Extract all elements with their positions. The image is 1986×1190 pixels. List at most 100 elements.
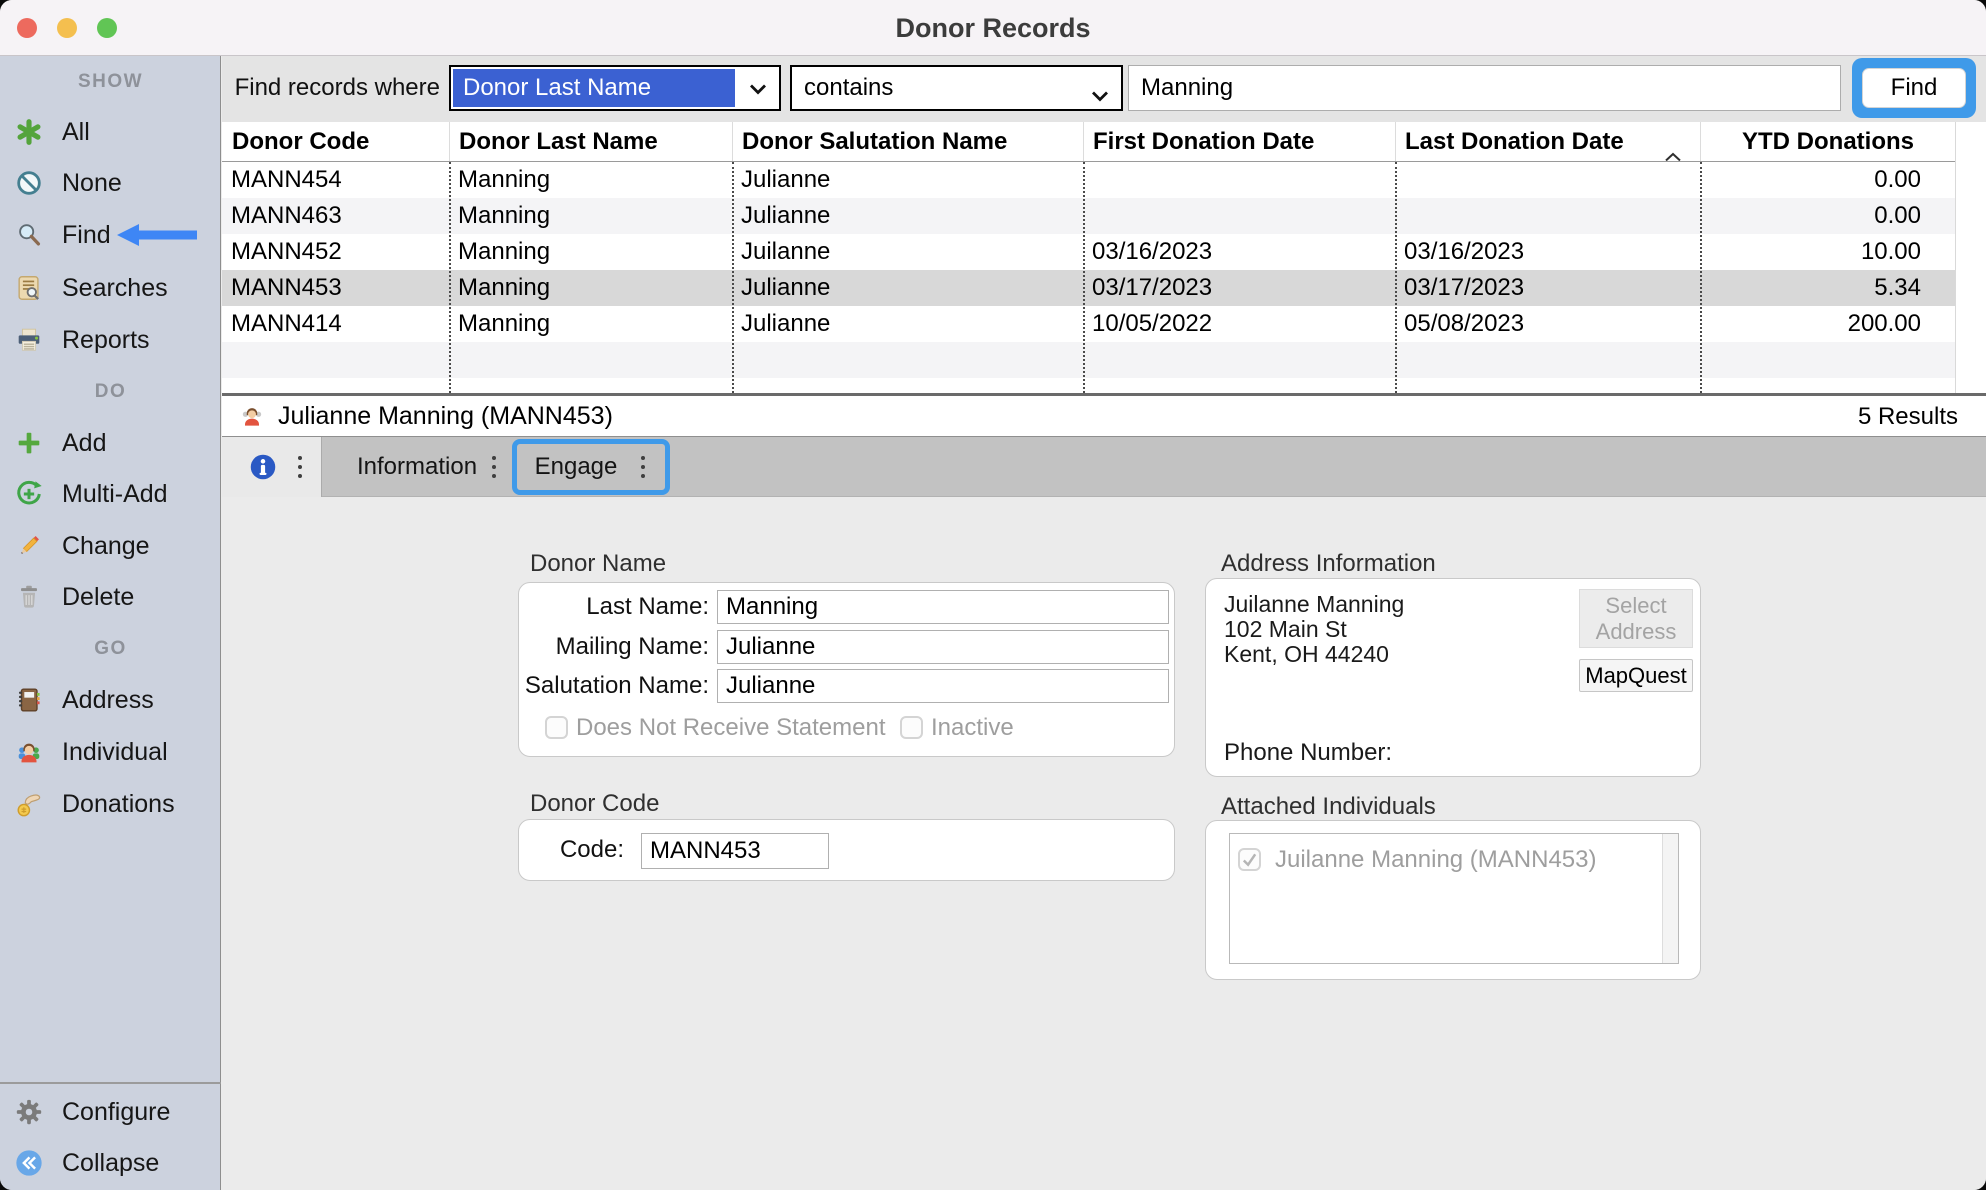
sidebar-item-searches[interactable]: Searches (0, 268, 221, 308)
column-divider (1395, 162, 1397, 393)
select-address-button[interactable]: Select Address (1579, 589, 1693, 648)
search-value-input[interactable] (1128, 65, 1841, 111)
donor-code-section-label: Donor Code (530, 790, 659, 818)
code-label: Code: (519, 833, 624, 867)
code-input[interactable] (641, 833, 829, 869)
sidebar-item-label: Configure (62, 1098, 170, 1127)
pencil-icon (13, 530, 45, 562)
address-book-icon (13, 684, 45, 716)
sidebar-item-label: Find (62, 221, 111, 250)
person-icon (238, 402, 266, 435)
information-tab-menu-dots-icon[interactable] (490, 454, 498, 485)
table-row[interactable]: MANN452 Manning Juilanne 03/16/2023 03/1… (222, 234, 1986, 270)
cell-salutation: Julianne (732, 198, 1083, 234)
scroll-search-icon (13, 272, 45, 304)
sidebar-item-collapse[interactable]: Collapse (0, 1143, 221, 1183)
sidebar-section-do: DO (0, 378, 221, 406)
column-header-first-donation-date[interactable]: First Donation Date (1083, 122, 1395, 161)
info-icon[interactable] (249, 453, 277, 486)
tab-engage-highlighted[interactable]: Engage (512, 439, 670, 495)
mailing-name-input[interactable] (717, 630, 1169, 664)
find-button[interactable]: Find (1862, 68, 1966, 108)
circular-plus-icon (13, 478, 45, 510)
address-information-section-label: Address Information (1221, 550, 1436, 578)
cell-salutation: Julianne (732, 306, 1083, 342)
address-line-street: 102 Main St (1224, 617, 1404, 642)
cell-first-donation-date: 10/05/2022 (1083, 306, 1395, 342)
donor-code-panel: Code: (518, 819, 1175, 881)
sidebar-item-change[interactable]: Change (0, 526, 221, 566)
operator-select-value: contains (804, 74, 893, 102)
column-divider (449, 162, 451, 393)
sidebar-item-configure[interactable]: Configure (0, 1092, 221, 1132)
tab-information[interactable]: Information (357, 437, 477, 497)
column-header-donor-salutation-name[interactable]: Donor Salutation Name (732, 122, 1083, 161)
mapquest-button[interactable]: MapQuest (1579, 659, 1693, 692)
attached-list-scrollbar[interactable] (1662, 834, 1678, 963)
inactive-checkbox[interactable] (900, 716, 923, 739)
sidebar-item-label: Delete (62, 583, 134, 612)
table-row[interactable]: MANN454 Manning Julianne 0.00 (222, 162, 1986, 198)
table-scrollbar-gutter (1955, 122, 1986, 393)
magnifier-icon (13, 219, 45, 251)
address-information-panel: Juilanne Manning 102 Main St Kent, OH 44… (1205, 578, 1701, 777)
attached-individual-checkbox-checked[interactable] (1238, 848, 1261, 871)
attached-individual-item[interactable]: Juilanne Manning (MANN453) (1238, 846, 1597, 873)
cell-first-donation-date: 03/16/2023 (1083, 234, 1395, 270)
sidebar-item-donations[interactable]: Donations (0, 784, 221, 824)
sidebar-item-address[interactable]: Address (0, 680, 221, 720)
cell-ytd-donations: 10.00 (1700, 234, 1927, 270)
column-header-donor-last-name[interactable]: Donor Last Name (449, 122, 732, 161)
attached-individuals-list: Juilanne Manning (MANN453) (1229, 833, 1679, 964)
column-header-last-donation-date[interactable]: Last Donation Date (1395, 122, 1700, 161)
cell-ytd-donations: 200.00 (1700, 306, 1927, 342)
info-tab-section[interactable] (222, 437, 322, 497)
asterisk-icon (13, 116, 45, 148)
cell-salutation: Juilanne (732, 234, 1083, 270)
table-row[interactable]: MANN463 Manning Julianne 0.00 (222, 198, 1986, 234)
cell-last-donation-date (1395, 198, 1700, 234)
sidebar-item-add[interactable]: Add (0, 423, 221, 463)
sidebar-item-label: None (62, 169, 122, 198)
sidebar-item-multi-add[interactable]: Multi-Add (0, 474, 221, 514)
does-not-receive-statement-label: Does Not Receive Statement (576, 714, 885, 741)
cell-last-name: Manning (449, 306, 732, 342)
engage-tab-menu-dots-icon[interactable] (639, 454, 647, 480)
cell-ytd-donations: 0.00 (1700, 162, 1927, 198)
sidebar-item-none[interactable]: None (0, 163, 221, 203)
tab-engage-label: Engage (535, 453, 618, 481)
column-divider (1083, 162, 1085, 393)
find-annotation-arrow-icon (117, 223, 197, 247)
cell-donor-code: MANN454 (222, 162, 449, 198)
salutation-name-input[interactable] (717, 669, 1169, 703)
info-tab-menu-dots-icon[interactable] (296, 454, 304, 485)
sidebar-item-individual[interactable]: Individual (0, 732, 221, 772)
sidebar-item-delete[interactable]: Delete (0, 577, 221, 617)
sidebar-section-go: GO (0, 635, 221, 663)
sidebar-item-all[interactable]: All (0, 112, 221, 152)
cell-donor-code: MANN452 (222, 234, 449, 270)
last-name-input[interactable] (717, 590, 1169, 624)
table-row[interactable]: MANN414 Manning Julianne 10/05/2022 05/0… (222, 306, 1986, 342)
sidebar-item-label: Multi-Add (62, 480, 168, 509)
find-bar: Find records where Donor Last Name conta… (222, 56, 1986, 122)
does-not-receive-statement-checkbox[interactable] (545, 716, 568, 739)
sidebar-item-reports[interactable]: Reports (0, 320, 221, 360)
cell-first-donation-date: 03/17/2023 (1083, 270, 1395, 306)
operator-select[interactable]: contains (790, 65, 1123, 111)
cell-donor-code: MANN463 (222, 198, 449, 234)
cell-first-donation-date (1083, 198, 1395, 234)
cell-first-donation-date (1083, 162, 1395, 198)
chevron-down-icon (748, 82, 768, 101)
cell-last-donation-date: 03/16/2023 (1395, 234, 1700, 270)
sidebar-item-label: All (62, 118, 90, 147)
donor-name-section-label: Donor Name (530, 550, 666, 578)
column-header-donor-code[interactable]: Donor Code (222, 122, 449, 161)
column-header-ytd-donations[interactable]: YTD Donations (1700, 122, 1927, 161)
cell-ytd-donations: 5.34 (1700, 270, 1927, 306)
title-bar: Donor Records (0, 0, 1986, 56)
trash-icon (13, 581, 45, 613)
table-row-selected[interactable]: MANN453 Manning Julianne 03/17/2023 03/1… (222, 270, 1986, 306)
field-select[interactable]: Donor Last Name (449, 65, 781, 111)
column-divider (1700, 162, 1702, 393)
